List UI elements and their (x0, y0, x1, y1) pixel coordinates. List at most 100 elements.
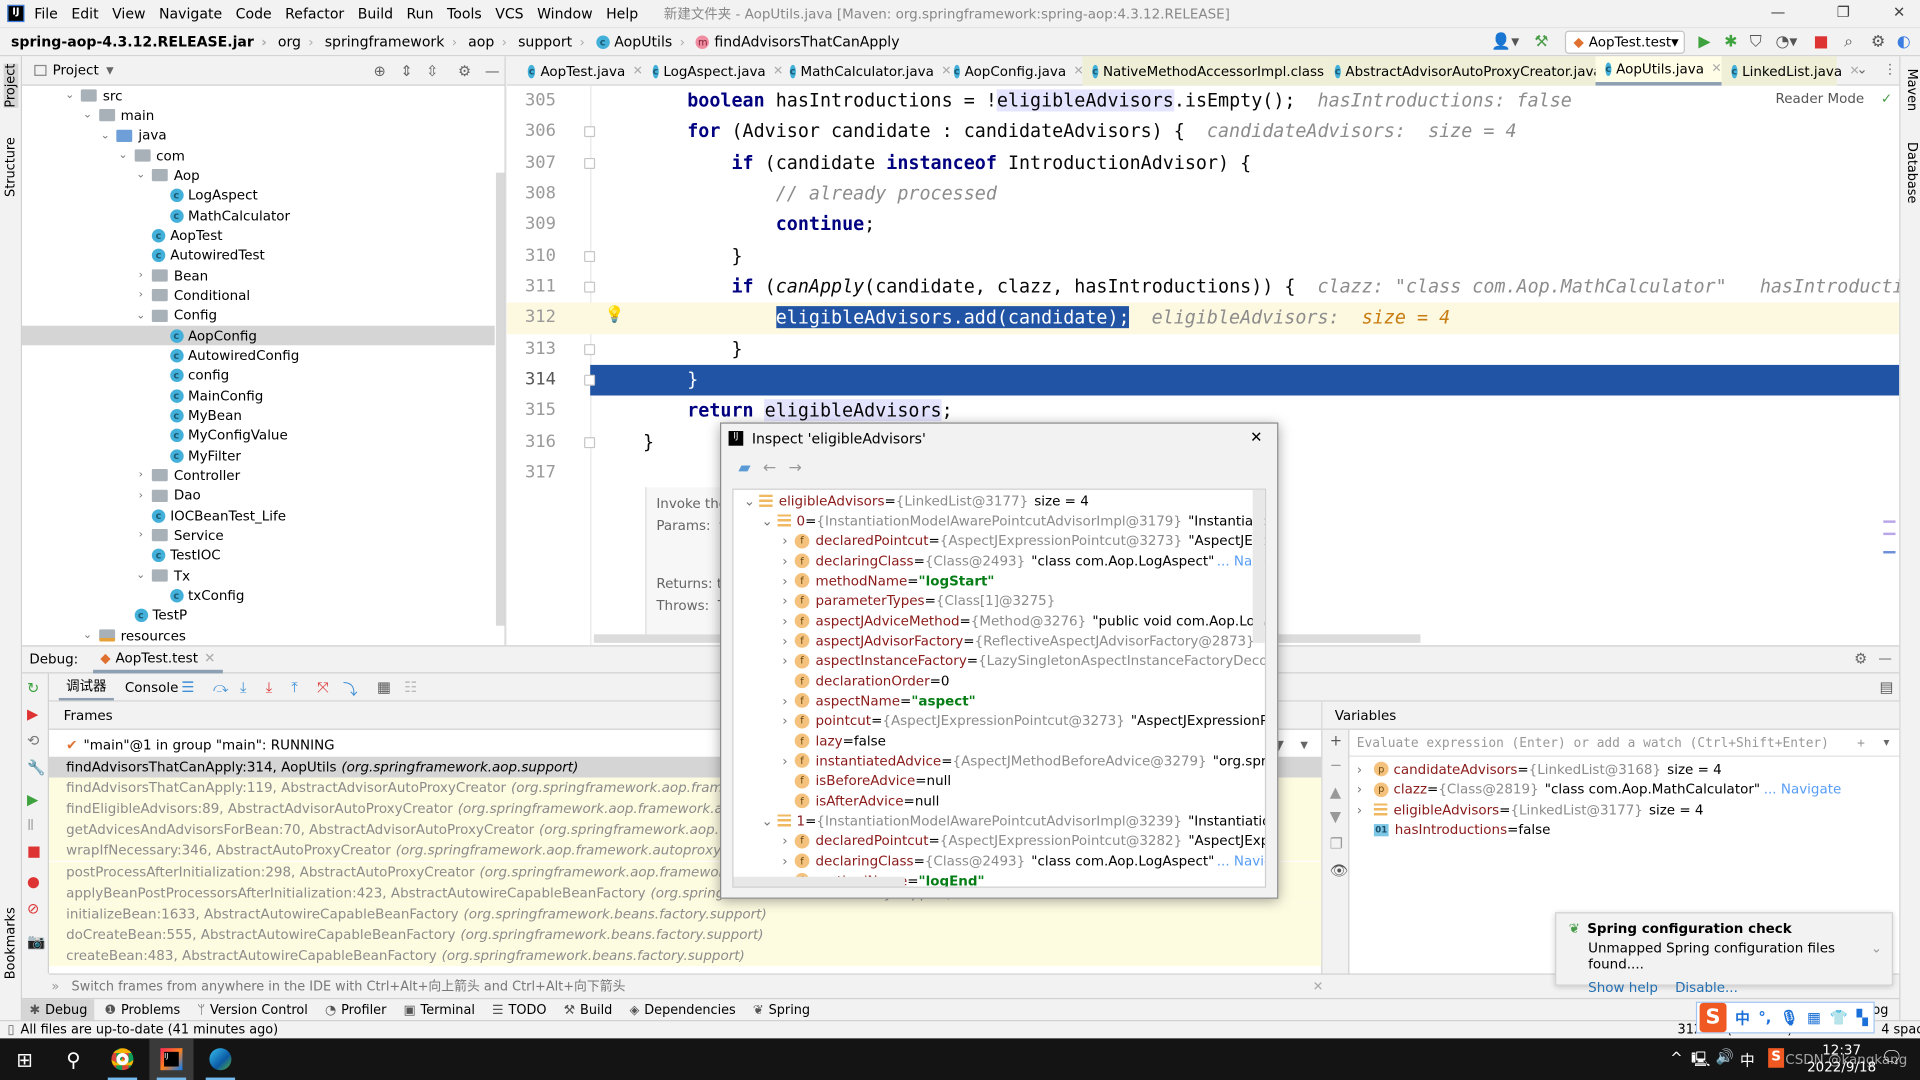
chrome-icon[interactable] (100, 1038, 144, 1080)
project-tree-item[interactable]: ⌄ main (22, 106, 495, 126)
duplicate-icon[interactable]: ❐ (1330, 835, 1343, 852)
chevron-down-icon[interactable]: ⌄ (133, 170, 148, 182)
add-to-watches-icon[interactable]: + (1857, 735, 1865, 750)
profile-icon[interactable]: ◔▾ (1776, 33, 1798, 51)
expand-chevron-icon[interactable]: » (51, 979, 59, 994)
chevron-down-icon[interactable]: ⌄ (133, 569, 148, 581)
sogou-tray-icon[interactable]: S (1768, 1048, 1785, 1068)
search-icon[interactable]: ⚲ (51, 1038, 95, 1080)
debug-icon[interactable]: ✱ (1724, 33, 1737, 51)
chevron-down-icon[interactable]: ⌄ (80, 110, 95, 122)
windows-start-icon[interactable]: ⊞ (2, 1038, 46, 1080)
breadcrumb-item[interactable]: m findAdvisorsThatCanApply (685, 33, 900, 50)
editor-tab[interactable]: c AopTest.java ✕ (518, 56, 643, 85)
breadcrumb-item[interactable]: springframework › (314, 33, 457, 50)
project-tree-item[interactable]: c LogAspect (22, 186, 495, 206)
chevron-right-icon[interactable]: › (775, 753, 795, 769)
locate-icon[interactable]: ⊕ (373, 62, 385, 79)
chevron-right-icon[interactable]: › (1357, 761, 1374, 777)
stack-frame[interactable]: doCreateBean:555, AbstractAutowireCapabl… (48, 924, 1322, 946)
inspect-horizontal-scrollbar[interactable] (733, 876, 905, 887)
stack-frame[interactable]: initializeBean:1633, AbstractAutowireCap… (48, 903, 1322, 925)
step-over-icon[interactable]: ⤼ (213, 678, 229, 696)
project-tree-item[interactable]: c MainConfig (22, 386, 495, 406)
chevron-right-icon[interactable]: › (775, 713, 795, 729)
force-step-into-icon[interactable]: ⤓ (266, 678, 273, 696)
line-number[interactable]: 315 (507, 396, 556, 427)
tool-tab-terminal[interactable]: ▣ Terminal (396, 999, 482, 1021)
line-number[interactable]: 305 (507, 86, 556, 117)
line-number[interactable]: 314 (507, 365, 556, 396)
add-watch-icon[interactable]: + (1330, 732, 1342, 749)
fold-marker-icon[interactable] (584, 157, 596, 169)
project-tree-item[interactable]: c IOCBeanTest_Life (22, 506, 495, 526)
line-number[interactable]: 308 (507, 179, 556, 210)
ime-chinese-mode[interactable]: 中 (1735, 1007, 1750, 1028)
build-hammer-icon[interactable]: ⚒ (1534, 33, 1548, 51)
edge-icon[interactable] (198, 1038, 242, 1080)
inspect-tree-row[interactable]: › f declaredPointcut = {AspectJExpressionP… (733, 531, 1265, 551)
stop-icon[interactable]: ■ (27, 842, 41, 859)
chevron-right-icon[interactable]: › (775, 693, 795, 709)
inspect-tree-row[interactable]: f isBeforeAdvice = null (733, 771, 1264, 791)
chevron-down-icon[interactable]: ⌄ (62, 90, 77, 102)
structure-tool-button[interactable]: Structure (4, 137, 19, 197)
chevron-right-icon[interactable]: › (1357, 802, 1374, 818)
chevron-right-icon[interactable]: › (133, 270, 148, 282)
line-number[interactable]: 306 (507, 117, 556, 148)
project-tree-item[interactable]: c txConfig (22, 586, 495, 606)
inspect-tree-row[interactable]: › f declaringClass = {Class@2493} "class co… (733, 851, 1265, 871)
chevron-down-icon[interactable]: ⌄ (80, 629, 95, 641)
line-number[interactable]: 311 (507, 272, 556, 303)
run-to-cursor-icon[interactable]: ⤵ (343, 678, 358, 699)
tool-tab-profiler[interactable]: ◔ Profiler (318, 999, 394, 1021)
menu-help[interactable]: Help (606, 5, 638, 22)
project-tree-item[interactable]: › Dao (22, 486, 495, 506)
disable-link[interactable]: Disable... (1675, 980, 1738, 996)
line-number[interactable]: 307 (507, 148, 556, 179)
editor-tab[interactable]: c AopUtils.java ✕ (1595, 56, 1722, 86)
keyboard-icon[interactable]: ▦ (1807, 1009, 1821, 1026)
run-configuration-dropdown[interactable]: ◆ AopTest.test ▼ (1564, 30, 1685, 54)
chevron-right-icon[interactable]: › (775, 653, 795, 669)
chevron-right-icon[interactable]: › (133, 469, 148, 481)
chevron-down-icon[interactable]: ▼ (1300, 739, 1308, 750)
stop-icon[interactable]: ■ (1813, 33, 1828, 51)
menu-edit[interactable]: Edit (71, 5, 98, 22)
project-tree-item[interactable]: c AutowiredConfig (22, 346, 495, 366)
inspect-tree-row[interactable]: › f declaredPointcut = {AspectJExpressionP… (733, 831, 1265, 851)
variable-row[interactable]: › eligibleAdvisors = {LinkedList@3177} siz… (1349, 800, 1899, 820)
project-tree-item[interactable]: c MyBean (22, 406, 495, 426)
close-icon[interactable]: ✕ (1250, 429, 1262, 446)
tool-tab-spring[interactable]: ❦ Spring (746, 999, 818, 1021)
inspect-tree-row[interactable]: › f aspectJAdviceMethod = {Method@3276} "pu… (733, 611, 1265, 631)
project-panel-title[interactable]: Project (53, 62, 99, 78)
menu-run[interactable]: Run (407, 5, 434, 22)
chevron-right-icon[interactable]: › (1357, 782, 1374, 798)
inspect-tree-row[interactable]: f declarationOrder = 0 (733, 671, 1264, 691)
menu-file[interactable]: File (34, 5, 58, 22)
chevron-down-icon[interactable]: ▼ (106, 65, 114, 76)
inspect-tree-row[interactable]: f isAfterAdvice = null (733, 791, 1264, 811)
fold-marker-icon[interactable] (584, 343, 596, 355)
chevron-right-icon[interactable]: › (775, 853, 795, 869)
view-breakpoints-icon[interactable]: ● (27, 873, 40, 890)
close-tab-icon[interactable]: ✕ (1849, 64, 1859, 77)
input-language[interactable]: 中 (1740, 1049, 1755, 1070)
chevron-right-icon[interactable]: › (775, 573, 795, 589)
tool-tab-dependencies[interactable]: ◈ Dependencies (622, 999, 743, 1021)
editor-tab[interactable]: cAbstractAdvisorAutoProxyCreator.java✕ (1324, 56, 1619, 86)
fold-marker-icon[interactable] (584, 374, 596, 386)
line-number[interactable]: 312 (507, 303, 556, 334)
chevron-down-icon[interactable]: ⌄ (116, 150, 131, 162)
editor-tab[interactable]: c LinkedList.java ✕ (1721, 56, 1860, 86)
microphone-icon[interactable]: 🎙 (1780, 1009, 1799, 1026)
restore-icon[interactable]: ❐ (1837, 4, 1850, 21)
intellij-taskbar-icon[interactable]: IJ (149, 1038, 194, 1080)
chevron-right-icon[interactable]: › (133, 489, 148, 501)
inspection-ok-icon[interactable]: ✓ (1881, 91, 1892, 107)
inspect-tree-row[interactable]: ⌄ 1 = {InstantiationModelAwarePointcutAdv… (733, 811, 1264, 831)
project-tree-item[interactable]: ⌄ java (22, 126, 495, 146)
rerun-icon[interactable]: ↻ (27, 680, 39, 697)
project-tree-item[interactable]: ⌄ com (22, 146, 495, 166)
